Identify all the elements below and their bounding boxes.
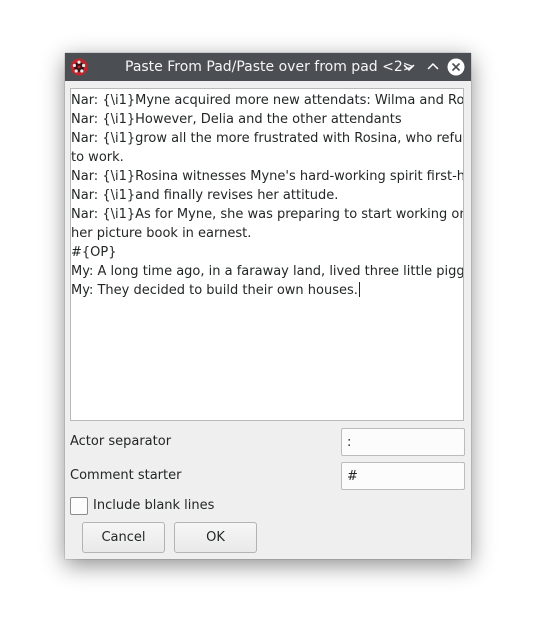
- ok-button[interactable]: OK: [174, 522, 257, 553]
- close-icon[interactable]: [447, 58, 465, 76]
- text-caret: [358, 282, 360, 297]
- window-title: Paste From Pad/Paste over from pad <2>: [125, 59, 415, 75]
- comment-starter-input[interactable]: [341, 462, 465, 490]
- comment-starter-label: Comment starter: [70, 468, 182, 483]
- text-line: My: A long time ago, in a faraway land, …: [71, 264, 464, 279]
- text-line: Nar: {\i1}As for Myne, she was preparing…: [71, 207, 464, 222]
- paste-text-area[interactable]: Nar: {\i1}Myne acquired more new attenda…: [70, 88, 464, 421]
- title-bar[interactable]: Paste From Pad/Paste over from pad <2>: [65, 53, 471, 81]
- maximize-icon[interactable]: [424, 58, 442, 76]
- actor-separator-label: Actor separator: [70, 434, 172, 449]
- text-line: Nar: {\i1}Rosina witnesses Myne's hard-w…: [71, 169, 464, 184]
- text-line: her picture book in earnest.: [71, 226, 252, 241]
- text-line-last: My: They decided to build their own hous…: [71, 281, 461, 300]
- minimize-icon[interactable]: [400, 58, 418, 76]
- cancel-button[interactable]: Cancel: [82, 522, 165, 553]
- paste-dialog: Paste From Pad/Paste over from pad <2> N…: [65, 53, 471, 559]
- text-line: Nar: {\i1}and finally revises her attitu…: [71, 188, 339, 203]
- include-blank-lines-checkbox[interactable]: [70, 497, 88, 515]
- text-line: Nar: {\i1}However, Delia and the other a…: [71, 112, 402, 127]
- text-line: Nar: {\i1}Myne acquired more new attenda…: [71, 93, 464, 108]
- text-line: to work.: [71, 150, 124, 165]
- text-line: #{OP}: [71, 245, 117, 260]
- app-icon[interactable]: [70, 58, 88, 76]
- include-blank-lines-label[interactable]: Include blank lines: [93, 497, 214, 515]
- text-line-content: My: They decided to build their own hous…: [71, 283, 358, 298]
- text-line: Nar: {\i1}grow all the more frustrated w…: [71, 131, 464, 146]
- actor-separator-input[interactable]: [341, 428, 465, 456]
